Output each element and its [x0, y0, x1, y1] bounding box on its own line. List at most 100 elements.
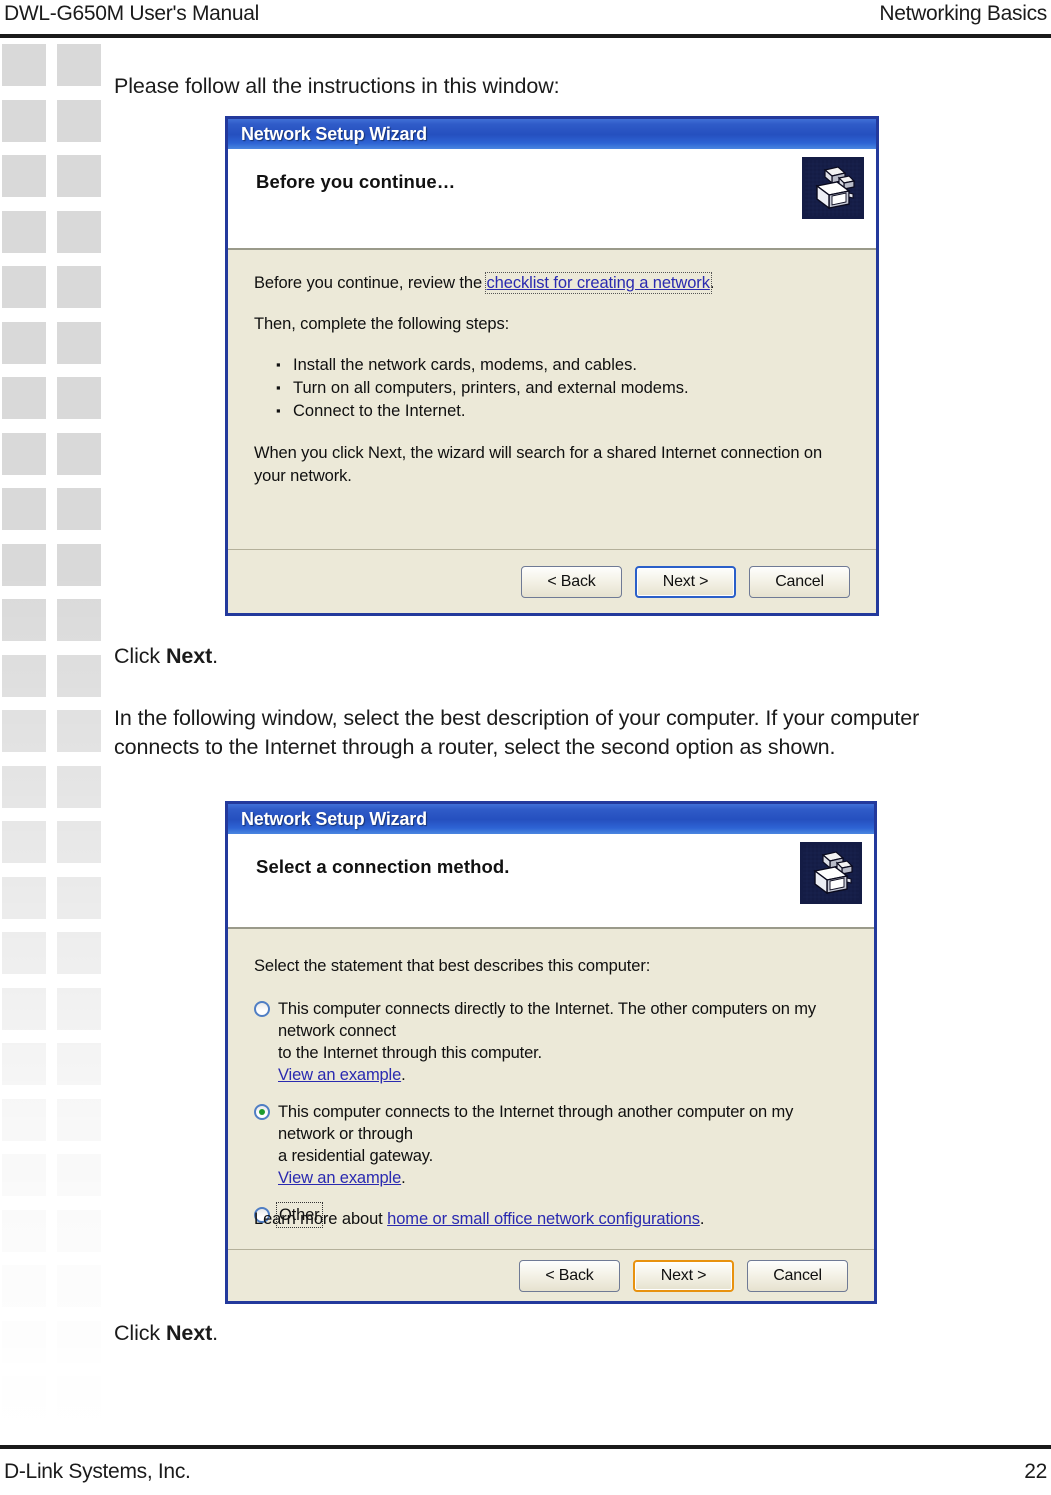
margin-square [2, 44, 46, 86]
margin-square [57, 987, 101, 1030]
dialog2-heading: Select a connection method. [256, 856, 510, 877]
checklist-for-creating-a-network-link[interactable]: checklist for creating a network [484, 272, 712, 294]
network-setup-wizard-dialog-2: Network Setup Wizard Select a connection… [225, 801, 877, 1304]
footer-page-number: 22 [1024, 1460, 1047, 1483]
click-next-2-suffix: . [212, 1321, 219, 1345]
option-1-line-1: This computer connects directly to the I… [278, 1000, 816, 1040]
margin-square [2, 1376, 46, 1418]
dialog1-heading: Before you continue… [256, 171, 456, 192]
view-an-example-link-2[interactable]: View an example [278, 1169, 401, 1187]
margin-square [2, 1265, 46, 1307]
network-setup-wizard-dialog-1: Network Setup Wizard Before you continue… [225, 116, 879, 616]
margin-square [2, 710, 46, 752]
click-next-2-bold: Next [165, 1321, 213, 1345]
description-paragraph-line-1: In the following window, select the best… [114, 706, 920, 730]
dialog1-then-line: Then, complete the following steps: [254, 313, 850, 336]
radio-direct-connection[interactable] [254, 1001, 270, 1017]
margin-square [2, 1098, 46, 1141]
margin-square [2, 654, 46, 697]
margin-square [2, 987, 46, 1030]
dialog1-step-item: Install the network cards, modems, and c… [276, 353, 850, 377]
page-header: DWL-G650M User's Manual Networking Basic… [0, 0, 1051, 38]
page-footer: D-Link Systems, Inc. 22 [0, 1451, 1051, 1493]
margin-square [57, 44, 101, 86]
dialog1-header-area: Before you continue… [228, 149, 876, 250]
description-paragraph-line-2: connects to the Internet through a route… [114, 735, 836, 759]
margin-square [2, 321, 46, 364]
dialog1-step-item: Connect to the Internet. [276, 399, 850, 423]
dialog2-prompt-text: Select the statement that best describes… [254, 957, 651, 975]
dialog1-title-bar: Network Setup Wizard [228, 119, 876, 149]
header-section-title: Networking Basics [879, 2, 1047, 25]
connection-option-gateway[interactable]: This computer connects to the Internet t… [254, 1101, 848, 1189]
margin-square [57, 1376, 101, 1418]
connection-option-direct[interactable]: This computer connects directly to the I… [254, 998, 848, 1086]
margin-square [57, 266, 101, 308]
dialog1-intro-suffix: . [709, 274, 715, 292]
dialog1-cancel-label: Cancel [775, 572, 824, 590]
dialog2-cancel-button[interactable]: Cancel [747, 1259, 848, 1292]
intro-paragraph: Please follow all the instructions in th… [114, 74, 560, 98]
margin-square [2, 599, 46, 641]
dialog1-next-button[interactable]: Next > [635, 565, 736, 598]
dialog2-button-bar: < Back Next > Cancel [228, 1249, 874, 1301]
view-an-example-link-1[interactable]: View an example [278, 1066, 401, 1084]
dialog2-body: Select the statement that best describes… [228, 929, 874, 1253]
network-computers-icon-art [803, 845, 859, 901]
option-2-link-suffix: . [401, 1169, 406, 1187]
dialog2-title-bar: Network Setup Wizard [228, 804, 874, 834]
margin-square [57, 1154, 101, 1196]
dialog2-cancel-label: Cancel [773, 1266, 822, 1284]
margin-square [57, 1043, 101, 1085]
network-computers-icon [800, 842, 862, 904]
margin-square [2, 266, 46, 308]
option-1-link-suffix: . [401, 1066, 406, 1084]
margin-square [57, 654, 101, 697]
learn-more-suffix: . [699, 1210, 705, 1228]
dialog2-learn-more: Learn more about home or small office ne… [254, 1208, 704, 1231]
margin-square [57, 432, 101, 475]
home-or-small-office-network-configurations-link[interactable]: home or small office network configurati… [387, 1210, 700, 1228]
margin-square [57, 1098, 101, 1141]
margin-square [57, 1320, 101, 1363]
dialog1-body: Before you continue, review the checklis… [228, 250, 876, 565]
margin-square [57, 876, 101, 919]
margin-square [57, 765, 101, 808]
footer-divider-rule [0, 1445, 1051, 1449]
click-next-2-prefix: Click [114, 1321, 166, 1345]
dialog1-back-button[interactable]: < Back [521, 565, 622, 598]
margin-square [2, 1320, 46, 1363]
margin-square [57, 543, 101, 586]
margin-square [57, 210, 101, 253]
margin-square [2, 1043, 46, 1085]
footer-company-name: D-Link Systems, Inc. [4, 1460, 191, 1483]
margin-square [57, 599, 101, 641]
margin-square [2, 1209, 46, 1252]
learn-more-prefix: Learn more about [254, 1210, 388, 1228]
option-1-line-2: to the Internet through this computer. [278, 1044, 542, 1062]
click-next-1-bold: Next [165, 644, 213, 668]
dialog2-next-button[interactable]: Next > [633, 1259, 734, 1292]
margin-square [57, 1265, 101, 1307]
option-2-line-2: a residential gateway. [278, 1147, 434, 1165]
margin-square [2, 543, 46, 586]
margin-square [2, 765, 46, 808]
dialog2-next-label: Next > [660, 1266, 707, 1284]
dialog1-cancel-button[interactable]: Cancel [749, 565, 850, 598]
dialog1-title-text: Network Setup Wizard [241, 123, 427, 144]
margin-square [2, 432, 46, 475]
dialog1-back-label: < Back [547, 572, 596, 590]
dialog2-back-button[interactable]: < Back [519, 1259, 620, 1292]
dialog2-header-area: Select a connection method. [228, 834, 874, 929]
margin-square [2, 99, 46, 142]
connection-option-gateway-text: This computer connects to the Internet t… [278, 1101, 848, 1189]
radio-gateway-connection[interactable] [254, 1104, 270, 1120]
click-next-paragraph-2: Click Next. [114, 1319, 218, 1348]
margin-square [57, 710, 101, 752]
option-2-line-1: This computer connects to the Internet t… [278, 1103, 794, 1143]
dialog1-intro-line: Before you continue, review the checklis… [254, 272, 850, 295]
margin-square [2, 155, 46, 197]
dialog1-steps-list: Install the network cards, modems, and c… [254, 353, 850, 423]
header-manual-title: DWL-G650M User's Manual [4, 2, 260, 25]
dialog2-prompt: Select the statement that best describes… [254, 955, 848, 978]
